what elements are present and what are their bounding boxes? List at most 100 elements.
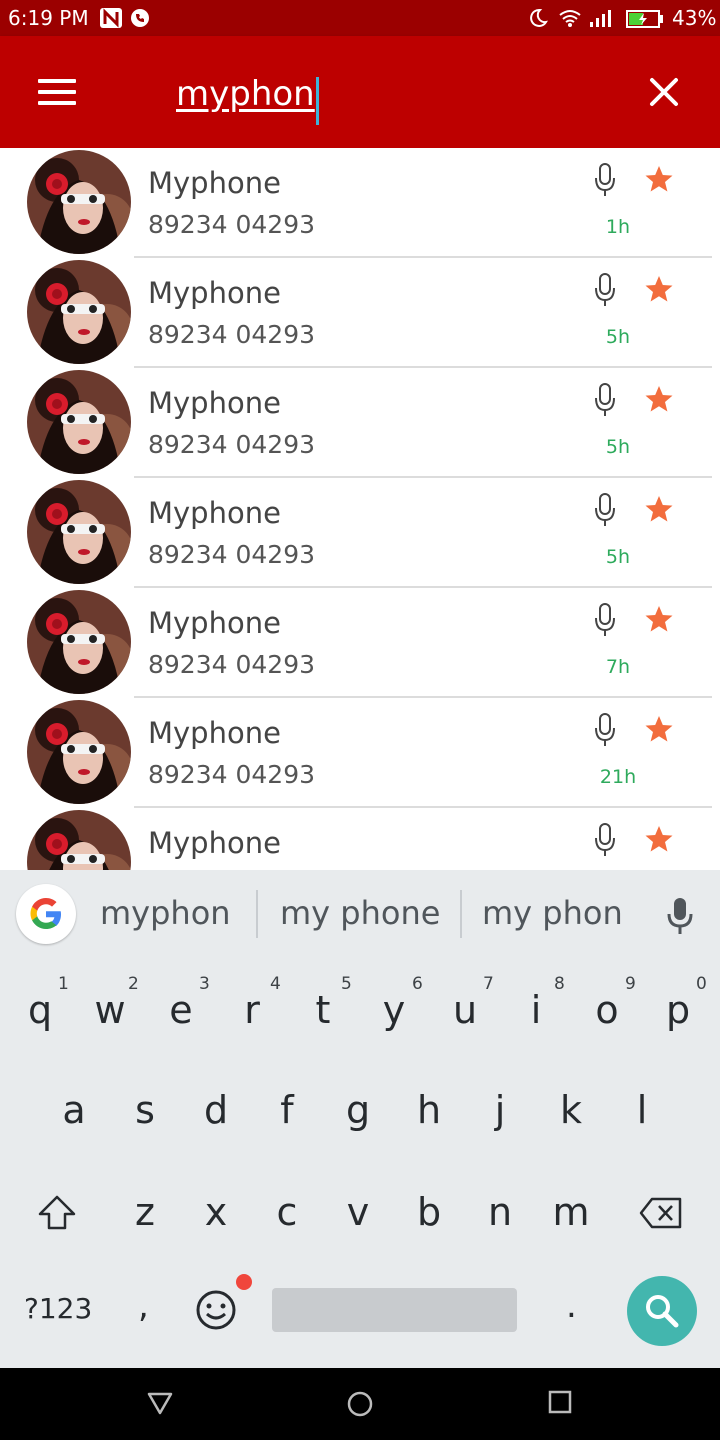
key-hint: 8 — [554, 974, 565, 994]
battery-percent: 43% — [672, 6, 717, 30]
status-time: 6:19 PM — [8, 6, 89, 30]
mic-icon[interactable] — [666, 896, 694, 936]
star-icon[interactable] — [644, 714, 674, 744]
contact-phone: 89234 04293 — [148, 760, 316, 789]
key-i[interactable]: i — [506, 988, 566, 1032]
back-icon[interactable] — [146, 1390, 174, 1416]
key-j[interactable]: j — [470, 1088, 530, 1132]
key-u[interactable]: u — [435, 988, 495, 1032]
contact-name: Myphone — [148, 826, 281, 860]
key-x[interactable]: x — [186, 1190, 246, 1234]
key-g[interactable]: g — [328, 1088, 388, 1132]
recording-age: 7h — [605, 656, 631, 678]
shift-icon[interactable] — [36, 1194, 78, 1232]
mic-icon[interactable] — [594, 272, 616, 308]
contact-row[interactable]: Myphone 89234 04293 5h — [0, 258, 720, 368]
star-icon[interactable] — [644, 604, 674, 634]
key-n[interactable]: n — [470, 1190, 530, 1234]
suggestion-1[interactable]: myphon — [100, 894, 231, 932]
backspace-icon[interactable] — [638, 1196, 684, 1230]
key-k[interactable]: k — [541, 1088, 601, 1132]
star-icon[interactable] — [644, 274, 674, 304]
google-icon[interactable] — [16, 884, 76, 944]
recording-age: 5h — [605, 436, 631, 458]
suggestion-3[interactable]: my phon — [482, 894, 623, 932]
key-y[interactable]: y — [364, 988, 424, 1032]
contact-phone: 89234 04293 — [148, 430, 316, 459]
key-h[interactable]: h — [399, 1088, 459, 1132]
contact-row[interactable]: Myphone 89234 04293 21h — [0, 698, 720, 808]
contact-row[interactable]: Myphone 89234 04293 5h — [0, 368, 720, 478]
key-p[interactable]: p — [648, 988, 708, 1032]
suggestion-2[interactable]: my phone — [280, 894, 440, 932]
period-key[interactable]: . — [566, 1286, 577, 1326]
wifi-icon — [559, 10, 581, 27]
contact-name: Myphone — [148, 276, 281, 310]
recording-age: 21h — [599, 766, 637, 788]
suggestion-bar: myphon my phone my phon — [0, 870, 720, 958]
key-hint: 1 — [58, 974, 69, 994]
contact-row[interactable]: Myphone 89234 04293 7h — [0, 588, 720, 698]
key-d[interactable]: d — [186, 1088, 246, 1132]
avatar[interactable] — [27, 700, 131, 804]
mic-icon[interactable] — [594, 162, 616, 198]
contact-row[interactable]: Myphone 89234 04293 5h — [0, 478, 720, 588]
moon-icon — [530, 8, 548, 27]
avatar[interactable] — [27, 150, 131, 254]
star-icon[interactable] — [644, 384, 674, 414]
key-o[interactable]: o — [577, 988, 637, 1032]
contact-phone: 89234 04293 — [148, 650, 316, 679]
emoji-icon[interactable] — [194, 1288, 238, 1332]
contact-phone: 89234 04293 — [148, 540, 316, 569]
mic-icon[interactable] — [594, 712, 616, 748]
space-key[interactable] — [272, 1288, 517, 1332]
contact-row[interactable]: Myphone — [0, 808, 720, 870]
avatar[interactable] — [27, 590, 131, 694]
mic-icon[interactable] — [594, 602, 616, 638]
star-icon[interactable] — [644, 164, 674, 194]
suggestion-divider — [256, 890, 258, 938]
key-f[interactable]: f — [257, 1088, 317, 1132]
key-m[interactable]: m — [541, 1190, 601, 1234]
suggestion-divider — [460, 890, 462, 938]
key-a[interactable]: a — [44, 1088, 104, 1132]
star-icon[interactable] — [644, 824, 674, 854]
menu-icon[interactable] — [20, 66, 92, 118]
key-c[interactable]: c — [257, 1190, 317, 1234]
contact-list[interactable]: Myphone 89234 04293 1h Myphone 89234 04293 5h… — [0, 148, 720, 870]
contact-name: Myphone — [148, 166, 281, 200]
home-icon[interactable] — [346, 1390, 374, 1418]
key-hint: 3 — [199, 974, 210, 994]
notification-dot — [236, 1274, 252, 1290]
star-icon[interactable] — [644, 494, 674, 524]
mic-icon[interactable] — [594, 382, 616, 418]
avatar[interactable] — [27, 370, 131, 474]
contact-row[interactable]: Myphone 89234 04293 1h — [0, 148, 720, 258]
avatar[interactable] — [27, 810, 131, 870]
key-e[interactable]: e — [151, 988, 211, 1032]
recents-icon[interactable] — [548, 1390, 572, 1414]
status-bar: 6:19 PM 43% — [0, 0, 720, 36]
avatar[interactable] — [27, 480, 131, 584]
key-s[interactable]: s — [115, 1088, 175, 1132]
key-t[interactable]: t — [293, 988, 353, 1032]
mic-icon[interactable] — [594, 822, 616, 858]
contact-phone: 89234 04293 — [148, 320, 316, 349]
avatar[interactable] — [27, 260, 131, 364]
key-r[interactable]: r — [222, 988, 282, 1032]
contact-name: Myphone — [148, 716, 281, 750]
symbols-key[interactable]: ?123 — [24, 1292, 92, 1325]
key-z[interactable]: z — [115, 1190, 175, 1234]
key-v[interactable]: v — [328, 1190, 388, 1234]
close-icon[interactable] — [636, 70, 692, 118]
key-q[interactable]: q — [10, 988, 70, 1032]
key-b[interactable]: b — [399, 1190, 459, 1234]
comma-key[interactable]: , — [138, 1286, 149, 1326]
search-button[interactable] — [627, 1276, 697, 1346]
mic-icon[interactable] — [594, 492, 616, 528]
key-l[interactable]: l — [612, 1088, 672, 1132]
key-hint: 9 — [625, 974, 636, 994]
search-input[interactable]: myphon — [176, 66, 596, 125]
key-hint: 6 — [412, 974, 423, 994]
key-w[interactable]: w — [80, 988, 140, 1032]
